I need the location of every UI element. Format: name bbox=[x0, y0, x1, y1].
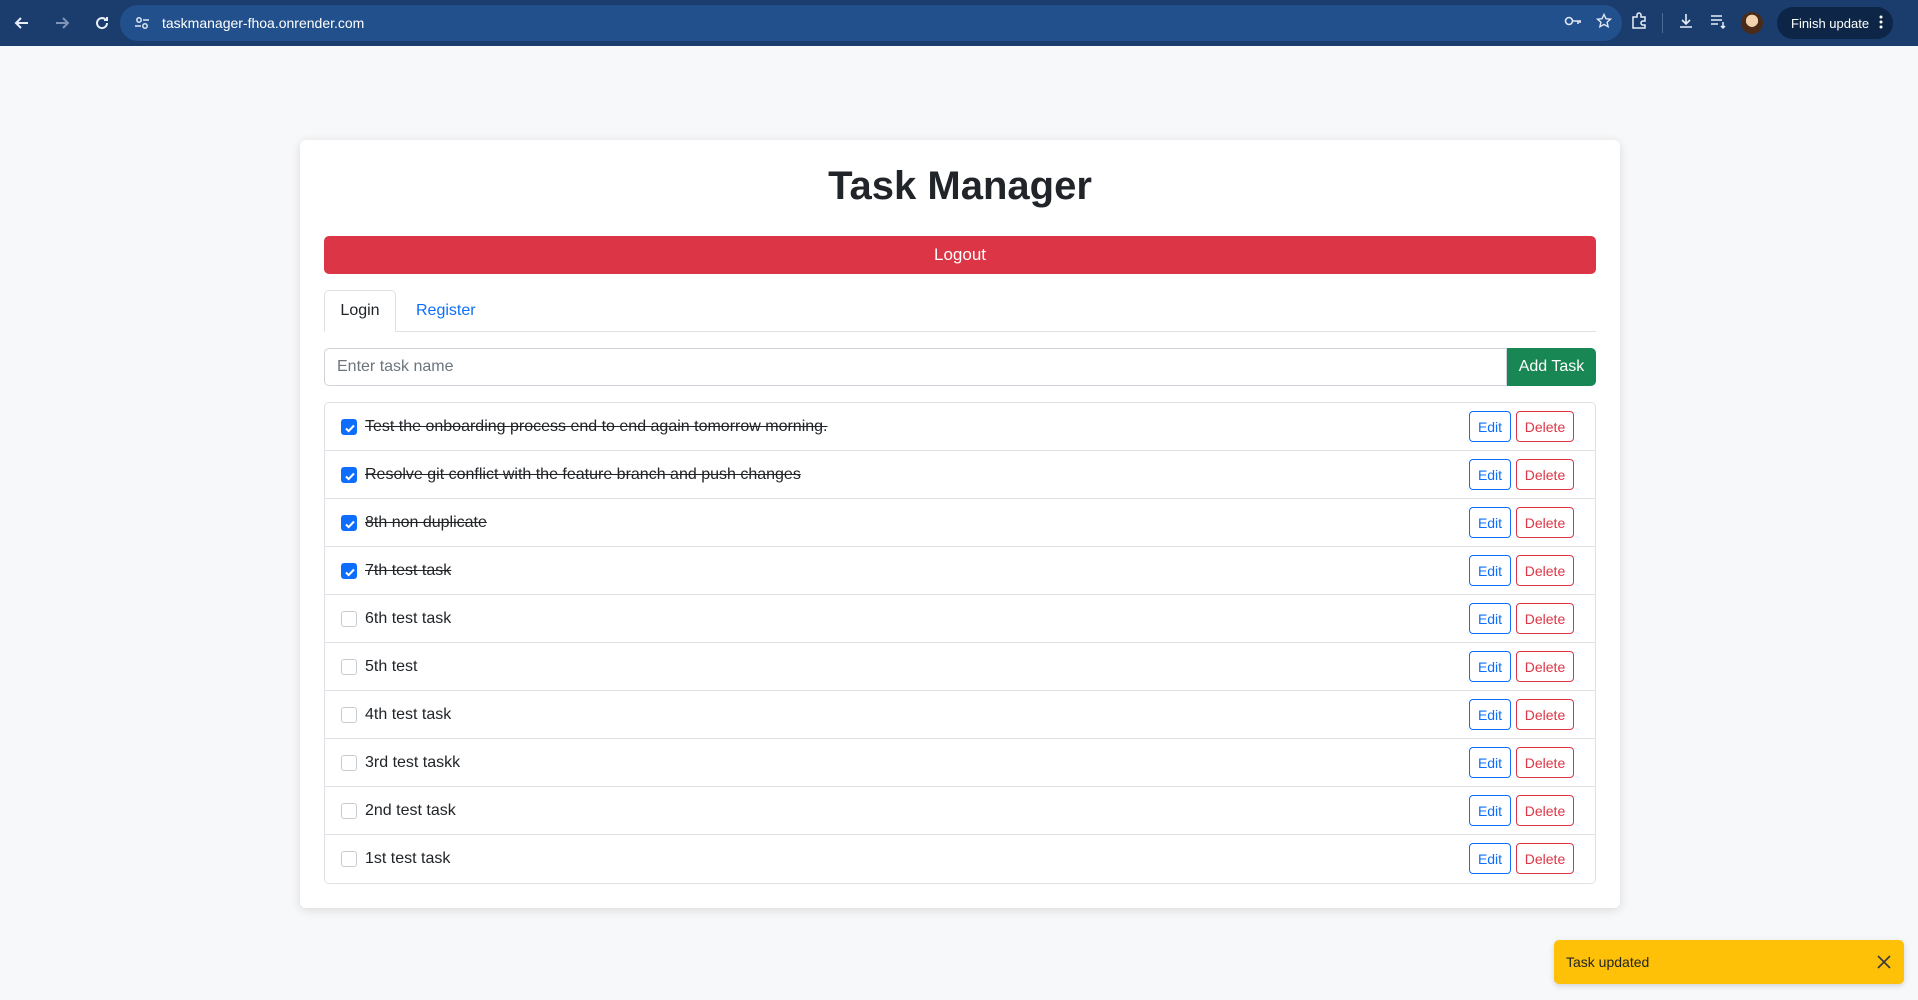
tab-register[interactable]: Register bbox=[400, 290, 492, 332]
browser-toolbar: taskmanager-fhoa.onrender.com Finish upd… bbox=[0, 0, 1918, 46]
task-text: Test the onboarding process end to end a… bbox=[365, 417, 828, 435]
edit-task-button[interactable]: Edit bbox=[1469, 747, 1511, 778]
forward-icon[interactable] bbox=[44, 5, 80, 41]
task-text: 5th test bbox=[365, 657, 418, 675]
address-bar[interactable]: taskmanager-fhoa.onrender.com bbox=[120, 5, 1622, 41]
task-list: Test the onboarding process end to end a… bbox=[324, 402, 1596, 884]
url-text[interactable]: taskmanager-fhoa.onrender.com bbox=[162, 15, 364, 31]
tab-login[interactable]: Login bbox=[324, 290, 396, 332]
task-row: 1st test task Edit Delete bbox=[325, 835, 1595, 883]
task-checkbox[interactable] bbox=[341, 707, 357, 723]
task-text: 8th non duplicate bbox=[365, 513, 487, 531]
task-checkbox[interactable] bbox=[341, 611, 357, 627]
task-text: 7th test task bbox=[365, 561, 452, 579]
task-text: 6th test task bbox=[365, 609, 452, 627]
delete-task-button[interactable]: Delete bbox=[1516, 699, 1574, 730]
reload-icon[interactable] bbox=[84, 5, 120, 41]
delete-task-button[interactable]: Delete bbox=[1516, 747, 1574, 778]
task-checkbox[interactable] bbox=[341, 659, 357, 675]
add-task-button[interactable]: Add Task bbox=[1507, 348, 1596, 386]
profile-avatar[interactable] bbox=[1741, 12, 1763, 34]
task-row: 2nd test task Edit Delete bbox=[325, 787, 1595, 835]
delete-task-button[interactable]: Delete bbox=[1516, 459, 1574, 490]
delete-task-button[interactable]: Delete bbox=[1516, 603, 1574, 634]
edit-task-button[interactable]: Edit bbox=[1469, 411, 1511, 442]
edit-task-button[interactable]: Edit bbox=[1469, 555, 1511, 586]
task-row: Test the onboarding process end to end a… bbox=[325, 403, 1595, 451]
task-text: 4th test task bbox=[365, 705, 452, 723]
edit-task-button[interactable]: Edit bbox=[1469, 843, 1511, 874]
task-row: 8th non duplicate Edit Delete bbox=[325, 499, 1595, 547]
delete-task-button[interactable]: Delete bbox=[1516, 795, 1574, 826]
task-checkbox[interactable] bbox=[341, 419, 357, 435]
task-text: 3rd test taskk bbox=[365, 753, 461, 771]
page-title: Task Manager bbox=[828, 164, 1092, 208]
back-icon[interactable] bbox=[4, 5, 40, 41]
edit-task-button[interactable]: Edit bbox=[1469, 699, 1511, 730]
edit-task-button[interactable]: Edit bbox=[1469, 651, 1511, 682]
auth-tabs: Login Register bbox=[324, 290, 1596, 332]
bookmark-star-icon[interactable] bbox=[1595, 12, 1613, 34]
task-row: 7th test task Edit Delete bbox=[325, 547, 1595, 595]
task-row: 6th test task Edit Delete bbox=[325, 595, 1595, 643]
task-checkbox[interactable] bbox=[341, 563, 357, 579]
menu-dots-icon[interactable] bbox=[1879, 15, 1883, 32]
task-checkbox[interactable] bbox=[341, 515, 357, 531]
password-key-icon[interactable] bbox=[1564, 14, 1582, 33]
finish-update-label: Finish update bbox=[1791, 15, 1870, 31]
delete-task-button[interactable]: Delete bbox=[1516, 411, 1574, 442]
task-name-input[interactable] bbox=[324, 348, 1507, 386]
logout-button[interactable]: Logout bbox=[324, 236, 1596, 274]
site-settings-icon[interactable] bbox=[132, 13, 152, 33]
finish-update-button[interactable]: Finish update bbox=[1777, 7, 1894, 39]
delete-task-button[interactable]: Delete bbox=[1516, 507, 1574, 538]
download-icon[interactable] bbox=[1677, 12, 1695, 35]
reading-list-icon[interactable] bbox=[1709, 12, 1727, 35]
task-checkbox[interactable] bbox=[341, 467, 357, 483]
delete-task-button[interactable]: Delete bbox=[1516, 843, 1574, 874]
extensions-icon[interactable] bbox=[1630, 11, 1648, 35]
task-text: Resolve git conflict with the feature br… bbox=[365, 465, 801, 483]
task-row: 4th test task Edit Delete bbox=[325, 691, 1595, 739]
toolbar-divider bbox=[1662, 13, 1663, 33]
close-icon[interactable] bbox=[1874, 952, 1894, 972]
task-row: 3rd test taskk Edit Delete bbox=[325, 739, 1595, 787]
delete-task-button[interactable]: Delete bbox=[1516, 555, 1574, 586]
task-checkbox[interactable] bbox=[341, 851, 357, 867]
task-text: 1st test task bbox=[365, 850, 451, 867]
task-checkbox[interactable] bbox=[341, 755, 357, 771]
task-checkbox[interactable] bbox=[341, 803, 357, 819]
toast-message: Task updated bbox=[1566, 954, 1650, 970]
edit-task-button[interactable]: Edit bbox=[1469, 603, 1511, 634]
edit-task-button[interactable]: Edit bbox=[1469, 795, 1511, 826]
toast-notification: Task updated bbox=[1554, 940, 1904, 984]
task-row: Resolve git conflict with the feature br… bbox=[325, 451, 1595, 499]
task-text: 2nd test task bbox=[365, 801, 456, 819]
task-manager-card: Task Manager Logout Login Register Add T… bbox=[300, 140, 1620, 908]
delete-task-button[interactable]: Delete bbox=[1516, 651, 1574, 682]
task-row: 5th test Edit Delete bbox=[325, 643, 1595, 691]
edit-task-button[interactable]: Edit bbox=[1469, 507, 1511, 538]
edit-task-button[interactable]: Edit bbox=[1469, 459, 1511, 490]
